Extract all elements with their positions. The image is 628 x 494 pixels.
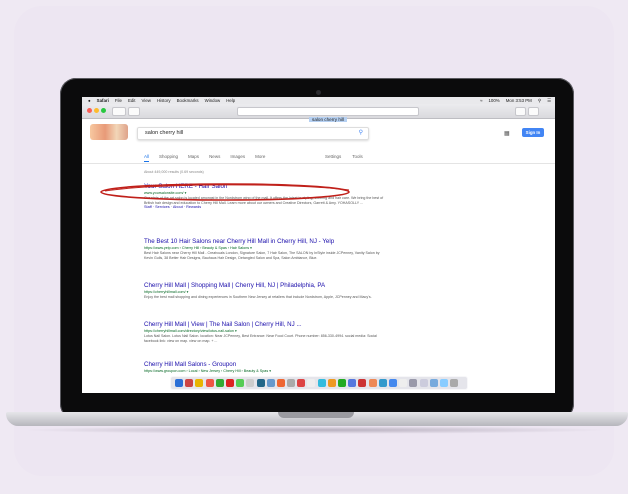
dock-app-icon[interactable] — [429, 379, 438, 387]
divider — [82, 163, 555, 164]
dock-app-icon[interactable] — [195, 379, 204, 387]
result-url[interactable]: https://www.groupon.com › Local › New Je… — [144, 369, 384, 374]
result-stats: About 449,000 results (0.69 seconds) — [144, 170, 204, 174]
dock-app-icon[interactable] — [276, 379, 285, 387]
menu-file[interactable]: File — [115, 97, 122, 104]
minimize-button[interactable] — [94, 108, 99, 113]
result-title[interactable]: Cherry Hill Mall Salons - Groupon — [144, 361, 384, 369]
tab-news[interactable]: News — [209, 154, 220, 162]
result-3: Cherry Hill Mall | Shopping Mall | Cherr… — [144, 282, 384, 300]
safari-toolbar: salon cherry hill — [82, 104, 555, 122]
dock-app-icon[interactable] — [175, 379, 183, 387]
mac-menubar: ● Safari File Edit View History Bookmark… — [82, 97, 555, 104]
red-circle-annotation — [100, 183, 350, 201]
back-forward-button[interactable] — [112, 107, 126, 116]
tabs-button[interactable] — [528, 107, 539, 116]
tools-link[interactable]: Tools — [352, 154, 363, 159]
laptop-shadow — [20, 426, 610, 434]
dock-app-icon[interactable] — [399, 379, 408, 387]
menu-app-name[interactable]: Safari — [97, 97, 109, 104]
tab-shopping[interactable]: Shopping — [159, 154, 178, 162]
dock-app-icon[interactable] — [338, 379, 346, 387]
dock-app-icon[interactable] — [287, 379, 296, 387]
search-input[interactable]: salon cherry hill ⚲ — [137, 127, 369, 140]
result-snippet: Enjoy the best mall shopping and dining … — [144, 295, 372, 299]
share-button[interactable] — [515, 107, 526, 116]
dock-app-icon[interactable] — [327, 379, 336, 387]
result-2: The Best 10 Hair Salons near Cherry Hill… — [144, 238, 384, 260]
result-4: Cherry Hill Mall | View | The Nail Salon… — [144, 321, 384, 343]
menu-bookmarks[interactable]: Bookmarks — [177, 97, 199, 104]
dock-app-icon[interactable] — [205, 379, 214, 387]
menu-window[interactable]: Window — [205, 97, 221, 104]
result-title[interactable]: Cherry Hill Mall | View | The Nail Salon… — [144, 321, 384, 329]
sidebar-button[interactable] — [128, 107, 140, 116]
dock-app-icon[interactable] — [409, 379, 418, 387]
sign-in-button[interactable]: Sign In — [522, 128, 544, 137]
result-sitelinks[interactable]: Staff · Services · About · Rewards — [144, 205, 384, 210]
wifi-icon[interactable]: ≈ — [480, 97, 482, 104]
address-bar[interactable]: salon cherry hill — [237, 107, 419, 122]
apps-grid-icon[interactable]: ▦ — [504, 130, 510, 137]
dock-app-icon[interactable] — [225, 379, 234, 387]
tab-more[interactable]: More — [255, 154, 265, 162]
dock-app-icon[interactable] — [450, 379, 459, 387]
apple-icon[interactable]: ● — [88, 97, 91, 104]
search-tools: Settings Tools — [325, 154, 374, 159]
menu-history[interactable]: History — [157, 97, 171, 104]
spotlight-icon[interactable]: ⚲ — [538, 97, 541, 104]
camera-icon — [316, 90, 321, 95]
result-snippet: Lotus Nail Salon. Lotus Nail Salon. loca… — [144, 334, 377, 343]
dock-app-icon[interactable] — [185, 379, 194, 387]
settings-link[interactable]: Settings — [325, 154, 341, 159]
result-5: Cherry Hill Mall Salons - Groupon https:… — [144, 361, 384, 374]
dock-app-icon[interactable] — [439, 379, 448, 387]
dock-app-icon[interactable] — [388, 379, 397, 387]
dock-app-icon[interactable] — [317, 379, 326, 387]
address-text: salon cherry hill — [309, 117, 347, 122]
zoom-button[interactable] — [101, 108, 106, 113]
dock-app-icon[interactable] — [419, 379, 428, 387]
search-query: salon cherry hill — [145, 130, 184, 136]
google-doodle-logo[interactable] — [90, 124, 128, 140]
dock-app-icon[interactable] — [358, 379, 367, 387]
list-icon[interactable]: ☰ — [547, 97, 551, 104]
dock-app-icon[interactable] — [256, 379, 265, 387]
battery-percent: 100% — [488, 98, 500, 103]
dock-app-icon[interactable] — [215, 379, 224, 387]
close-button[interactable] — [87, 108, 92, 113]
menubar-status: ≈ 100% Mon 3:53 PM ⚲ ☰ — [474, 97, 551, 104]
clock[interactable]: Mon 3:53 PM — [506, 97, 532, 104]
laptop-screen: ● Safari File Edit View History Bookmark… — [82, 97, 555, 393]
result-title[interactable]: Cherry Hill Mall | Shopping Mall | Cherr… — [144, 282, 384, 290]
dock-app-icon[interactable] — [246, 379, 255, 387]
laptop-notch — [278, 412, 354, 418]
menu-view[interactable]: View — [142, 97, 151, 104]
search-tabs: All Shopping Maps News Images More — [144, 154, 275, 162]
tab-images[interactable]: Images — [230, 154, 245, 162]
dock-app-icon[interactable] — [378, 379, 387, 387]
dock-app-icon[interactable] — [307, 379, 316, 387]
result-title[interactable]: The Best 10 Hair Salons near Cherry Hill… — [144, 238, 384, 246]
dock-app-icon[interactable] — [348, 379, 357, 387]
dock-app-icon[interactable] — [297, 379, 306, 387]
dock-app-icon[interactable] — [368, 379, 377, 387]
menu-edit[interactable]: Edit — [128, 97, 136, 104]
tab-maps[interactable]: Maps — [188, 154, 199, 162]
dock-app-icon[interactable] — [266, 379, 275, 387]
result-snippet: Best Hair Salons near Cherry Hill Mall -… — [144, 251, 380, 260]
mac-dock — [170, 376, 468, 390]
menu-help[interactable]: Help — [226, 97, 235, 104]
dock-app-icon[interactable] — [236, 379, 245, 387]
search-icon[interactable]: ⚲ — [359, 128, 363, 139]
tab-all[interactable]: All — [144, 154, 150, 162]
